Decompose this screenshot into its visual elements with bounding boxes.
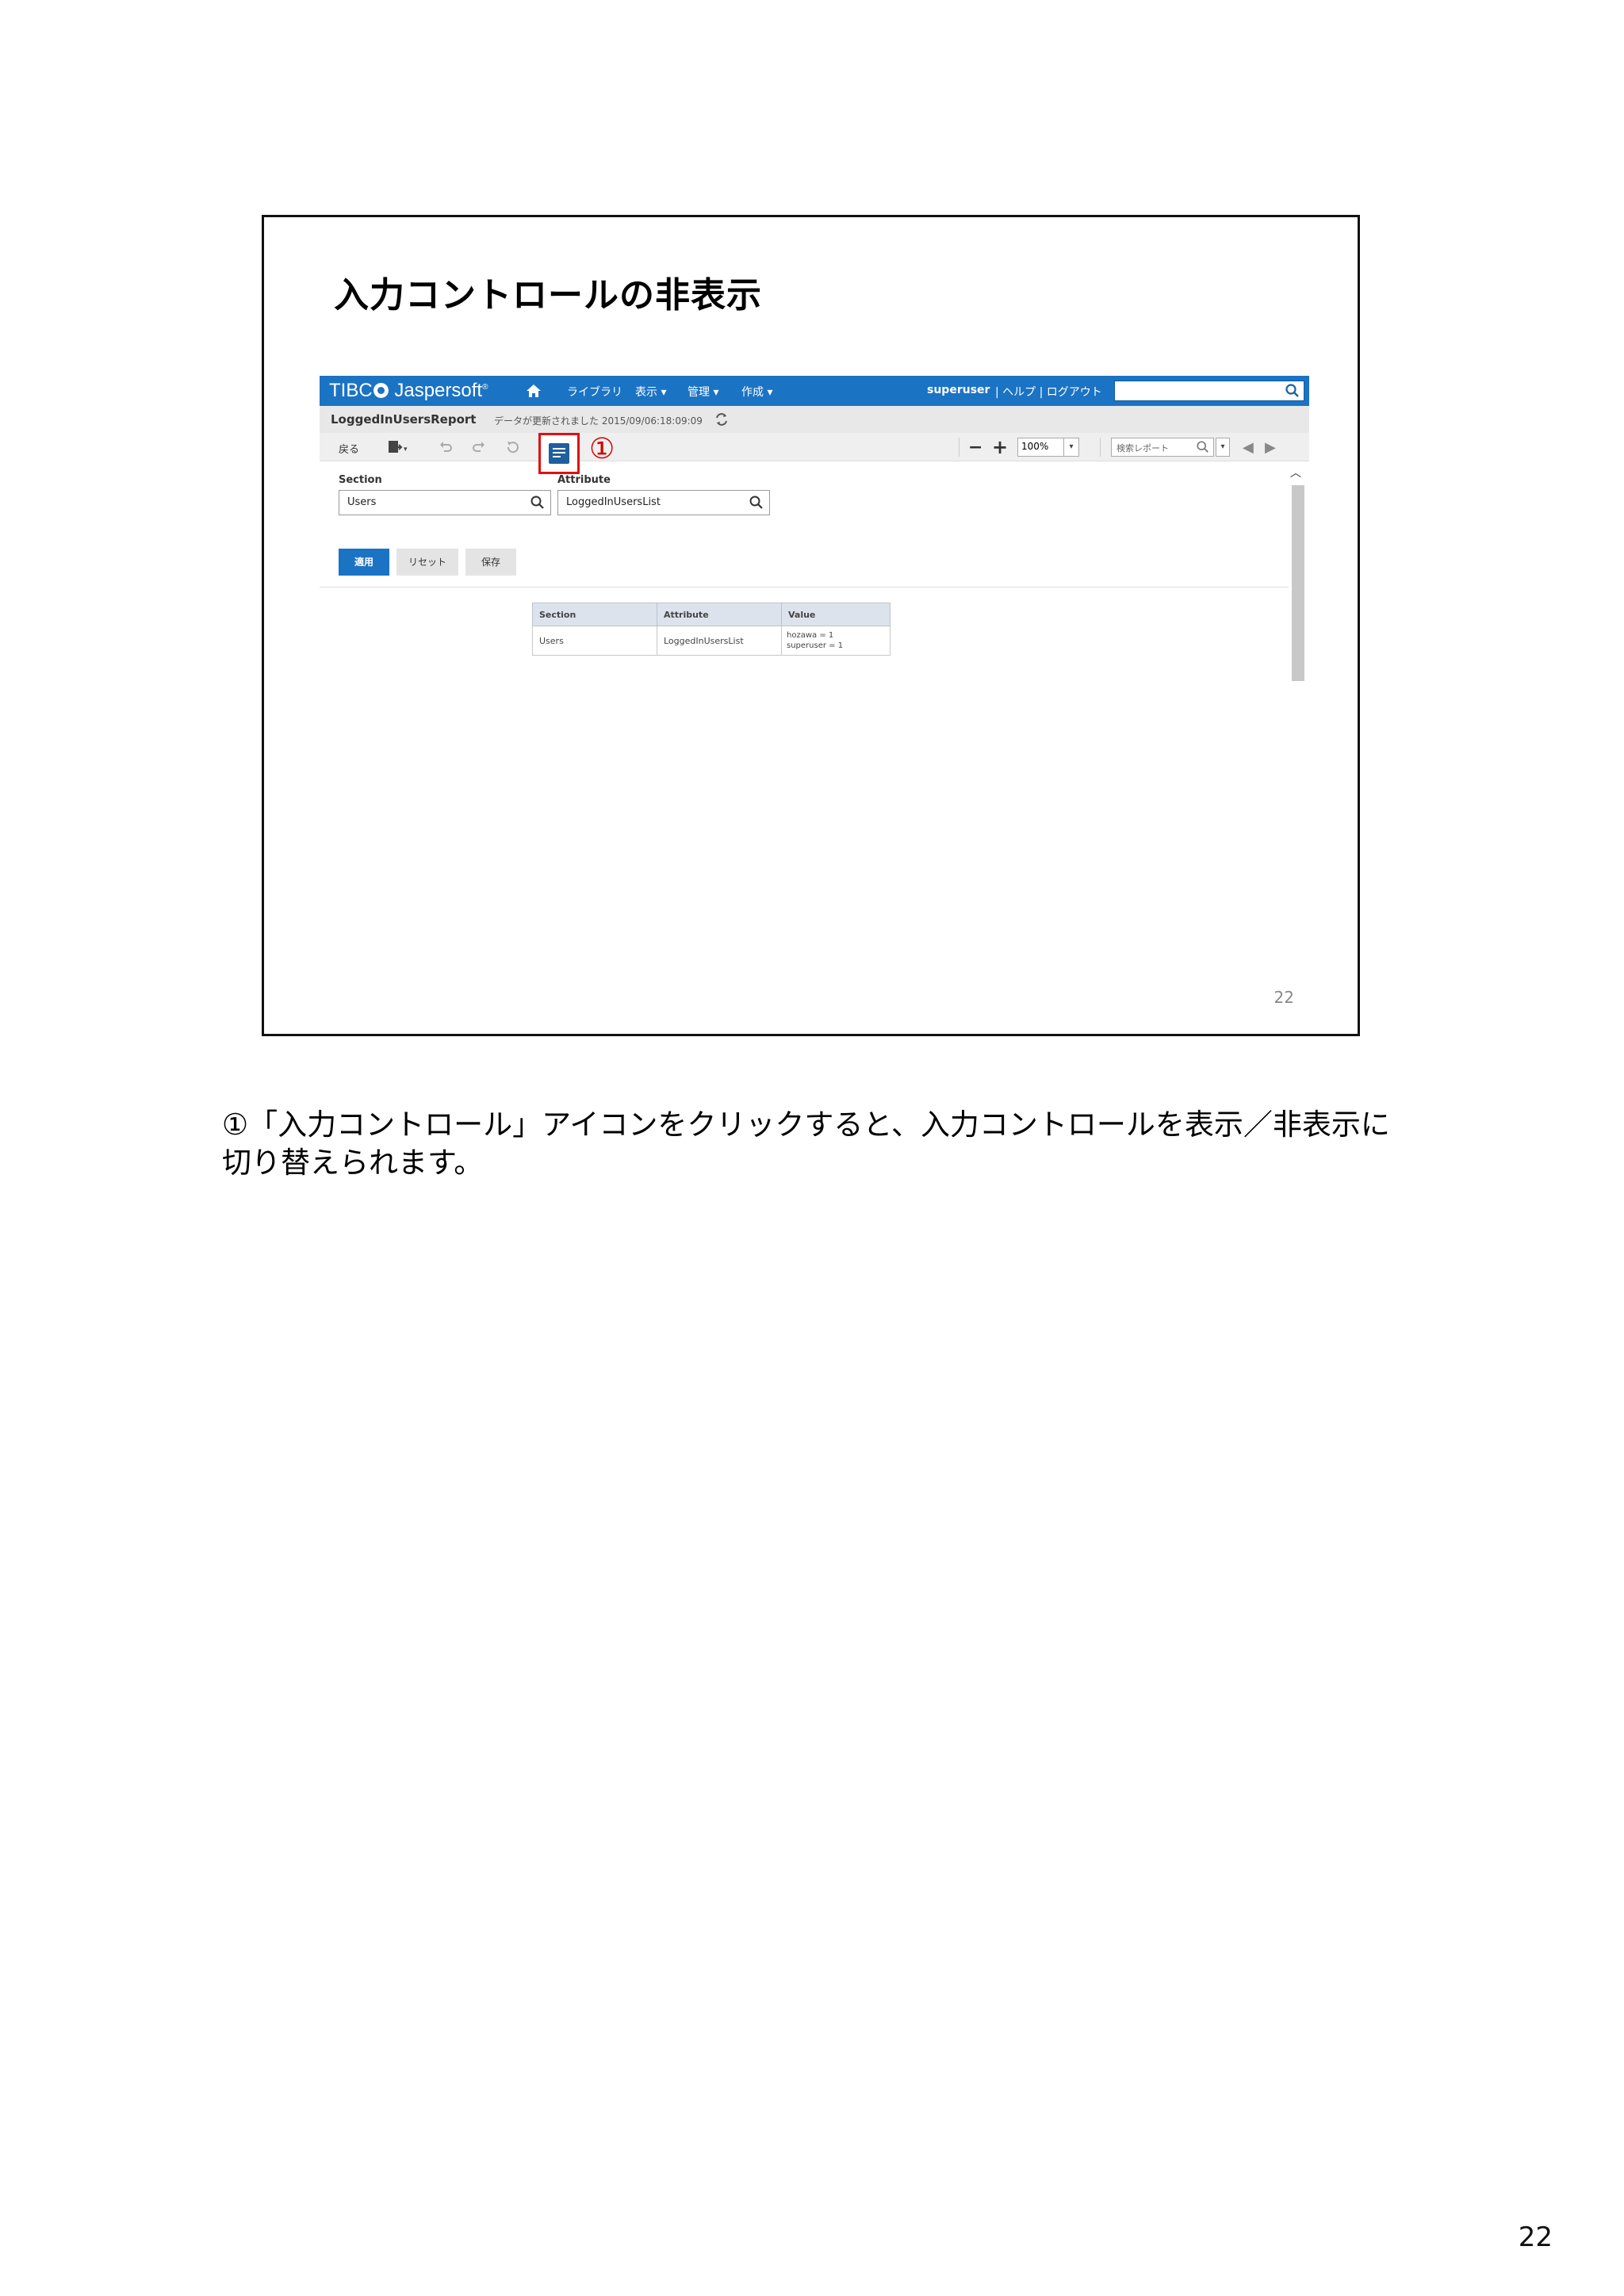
toolbar-divider — [1100, 438, 1101, 457]
save-button[interactable]: 保存 — [465, 549, 516, 576]
search-icon[interactable] — [749, 495, 764, 511]
logo-text-pre: TIBC — [329, 380, 373, 401]
table-cell: LoggedInUsersList — [657, 626, 782, 656]
zoom-out-button[interactable]: − — [968, 438, 982, 457]
export-icon[interactable] — [386, 438, 404, 456]
chevron-up-icon[interactable]: ︿ — [1290, 465, 1301, 480]
top-nav-bar: TIBC Jaspersoft® ライブラリ 表示 ▾ 管理 ▾ 作成 ▾ su… — [320, 376, 1309, 406]
report-toolbar: 戻る ▾ ① − + 100% ▾ 検索レポート ▾ ◀ ▶ — [320, 433, 1309, 474]
value-line: superuser = 1 — [787, 641, 844, 650]
global-search-input[interactable] — [1114, 381, 1304, 401]
section-label: Section — [339, 474, 382, 486]
section-input[interactable]: Users — [339, 490, 551, 515]
search-report-placeholder: 検索レポート — [1116, 443, 1169, 453]
search-icon[interactable] — [1285, 383, 1300, 399]
slide: 入力コントロールの非表示 TIBC Jaspersoft® ライブラリ 表示 ▾… — [262, 215, 1360, 1036]
table-cell-value: hozawa = 1 superuser = 1 — [781, 626, 891, 656]
app-screenshot: TIBC Jaspersoft® ライブラリ 表示 ▾ 管理 ▾ 作成 ▾ su… — [320, 376, 1309, 681]
slide-page-number: 22 — [1274, 988, 1294, 1007]
help-logout-links[interactable]: | ヘルプ | ログアウト — [995, 384, 1102, 400]
redo-icon[interactable] — [470, 438, 488, 456]
column-header: Value — [781, 603, 891, 626]
section-value: Users — [347, 496, 377, 508]
report-title-bar: LoggedInUsersReport データが更新されました 2015/09/… — [320, 406, 1309, 433]
logo-mark-icon — [373, 383, 389, 398]
attribute-value: LoggedInUsersList — [566, 496, 661, 508]
refresh-icon[interactable] — [713, 411, 730, 428]
slide-title: 入力コントロールの非表示 — [334, 275, 762, 316]
search-icon[interactable] — [1196, 440, 1210, 454]
table-cell: Users — [532, 626, 657, 656]
zoom-select[interactable]: 100% ▾ — [1017, 438, 1079, 457]
chevron-down-icon[interactable]: ▾ — [1216, 438, 1230, 457]
next-result-icon[interactable]: ▶ — [1265, 439, 1276, 456]
user-name[interactable]: superuser — [927, 384, 990, 396]
updated-timestamp: データが更新されました 2015/09/06:18:09:09 — [494, 415, 703, 427]
logo-text-post: Jaspersoft — [389, 380, 483, 401]
chevron-down-icon[interactable]: ▾ — [1063, 438, 1078, 456]
table-row: Users LoggedInUsersList hozawa = 1 super… — [532, 626, 891, 656]
zoom-value: 100% — [1021, 441, 1049, 452]
logo-tm: ® — [482, 383, 488, 392]
back-button[interactable]: 戻る — [339, 441, 359, 456]
jaspersoft-logo: TIBC Jaspersoft® — [329, 380, 488, 402]
export-dropdown-icon[interactable]: ▾ — [404, 446, 408, 453]
reset-button[interactable]: リセット — [396, 549, 458, 576]
undo-all-icon[interactable] — [504, 438, 521, 456]
page-number: 22 — [1518, 2221, 1553, 2253]
value-line: hozawa = 1 — [787, 631, 834, 640]
nav-library[interactable]: ライブラリ — [567, 384, 622, 400]
column-header: Attribute — [657, 603, 782, 626]
caption-text: ①「入力コントロール」アイコンをクリックすると、入力コントロールを表示／非表示に… — [222, 1108, 1390, 1180]
search-icon[interactable] — [530, 495, 546, 511]
attribute-label: Attribute — [557, 474, 611, 486]
nav-manage[interactable]: 管理 ▾ — [688, 384, 718, 400]
table-header-row: Section Attribute Value — [532, 603, 891, 626]
nav-create[interactable]: 作成 ▾ — [741, 384, 772, 400]
input-controls-toggle-highlight[interactable] — [538, 433, 580, 474]
attribute-input[interactable]: LoggedInUsersList — [557, 490, 770, 515]
report-name: LoggedInUsersReport — [331, 412, 477, 427]
apply-button[interactable]: 適用 — [339, 549, 389, 576]
annotation-marker: ① — [589, 433, 615, 465]
column-header: Section — [532, 603, 657, 626]
undo-icon[interactable] — [437, 438, 454, 456]
zoom-in-button[interactable]: + — [992, 436, 1008, 458]
scrollbar-thumb[interactable] — [1292, 485, 1304, 681]
nav-view[interactable]: 表示 ▾ — [635, 384, 666, 400]
home-icon[interactable] — [524, 381, 543, 400]
report-table: Section Attribute Value Users LoggedInUs… — [532, 603, 891, 656]
prev-result-icon[interactable]: ◀ — [1243, 439, 1254, 456]
input-controls-icon[interactable] — [549, 443, 569, 464]
search-report-input[interactable]: 検索レポート — [1111, 438, 1214, 457]
